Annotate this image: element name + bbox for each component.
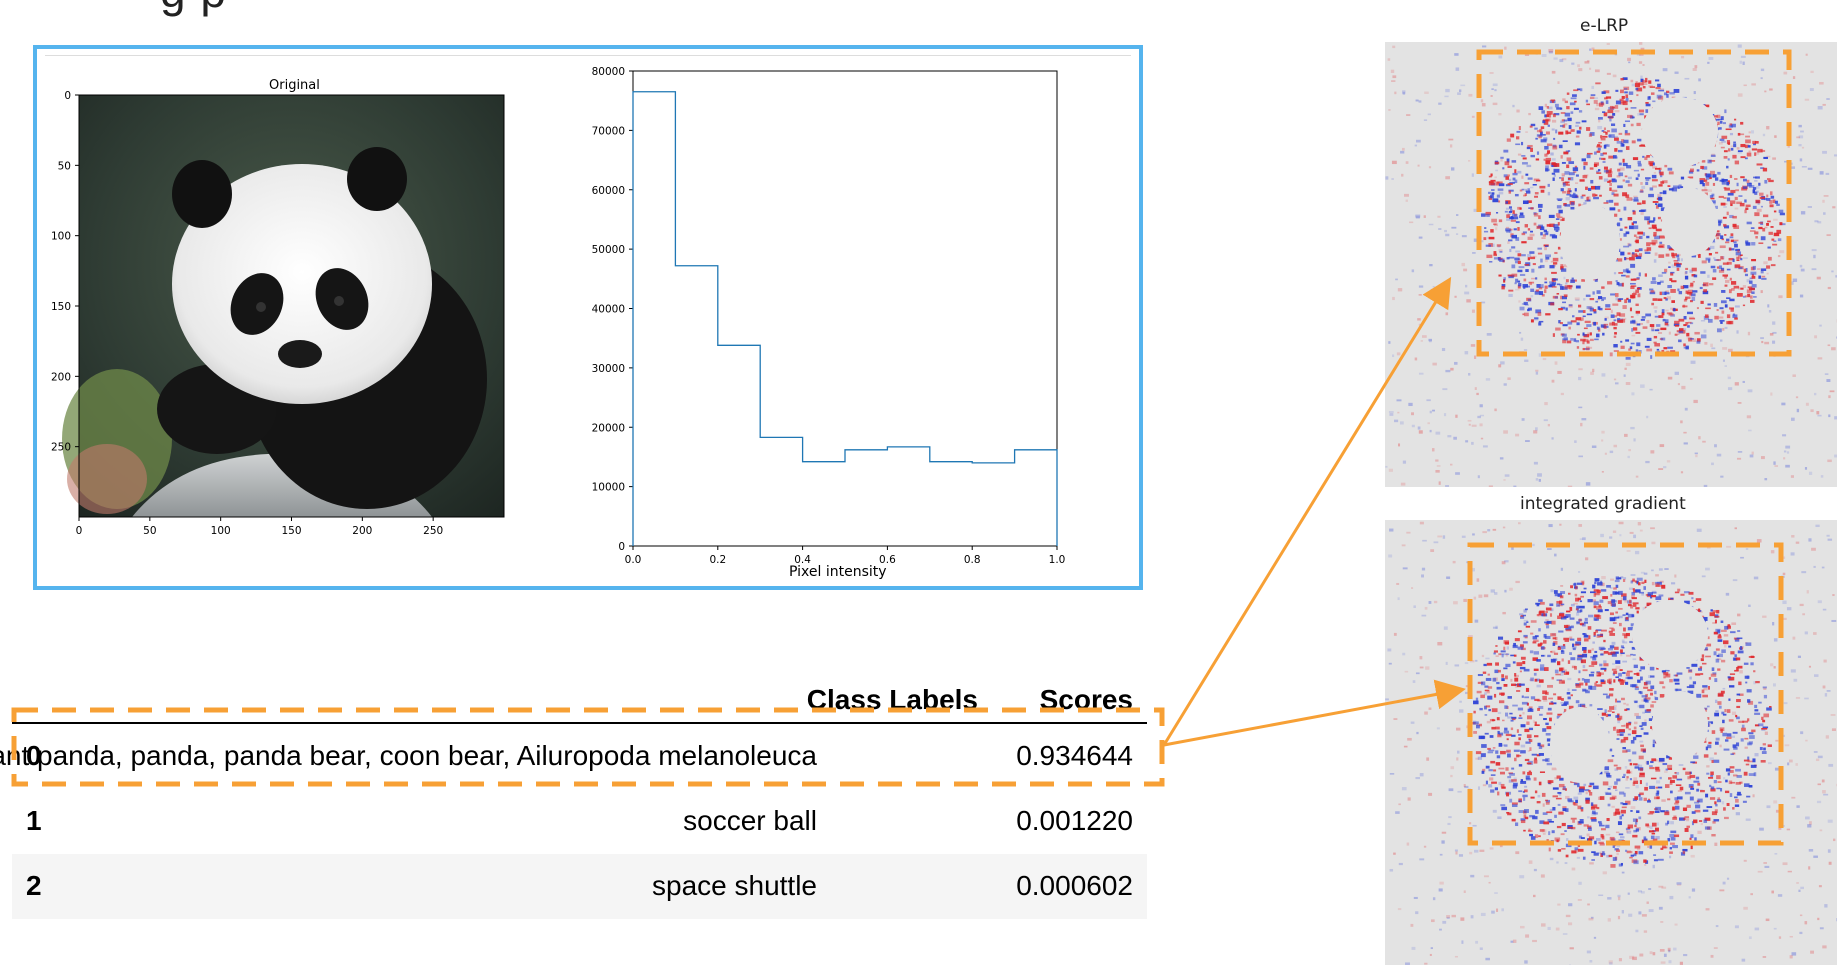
heatmap-integrated-gradient [1385, 520, 1837, 965]
histogram-y-tick-label: 20000 [592, 422, 625, 434]
ear-hole-region [1632, 600, 1708, 670]
histogram-y-tick-label: 80000 [592, 66, 625, 78]
table-row: 2 space shuttle 0.000602 [12, 854, 1147, 919]
histogram-bin [930, 462, 972, 546]
histogram-y-tick-label: 30000 [592, 363, 625, 375]
row-score: 0.001220 [1016, 805, 1133, 836]
histogram-bin [845, 450, 887, 546]
table-row: 1 soccer ball 0.001220 [12, 789, 1147, 854]
table-row: 0 giant panda, panda, panda bear, coon b… [0, 724, 1147, 789]
histogram-step-line [632, 91, 1058, 546]
histogram-x-tick-label: 0.0 [625, 554, 642, 566]
histogram-bin [675, 266, 717, 546]
histogram-y-tick-label: 0 [618, 541, 625, 553]
notebook-output-panel: Original 0 50 100 150 200 250 0 50 100 1… [33, 45, 1143, 590]
histogram-ticks: 0 10000 20000 30000 40000 50000 60000 70000 8000… [592, 66, 1066, 566]
histogram-y-tick-label: 40000 [592, 304, 625, 316]
heatmap-title-integrated-gradient: integrated gradient [1520, 494, 1686, 514]
histogram-x-tick-label: 0.2 [709, 554, 726, 566]
histogram-y-tick-label: 60000 [592, 185, 625, 197]
ear-hole-region [1642, 97, 1718, 167]
row-score: 0.000602 [1016, 870, 1133, 901]
histogram-x-tick-label: 0.8 [964, 554, 981, 566]
histogram-marks [632, 91, 1058, 546]
relevance-map-integrated-gradient [1385, 521, 1837, 965]
row-index: 1 [26, 805, 42, 836]
row-class-label: soccer ball [683, 805, 817, 836]
eye-hole-region [1560, 204, 1620, 280]
histogram-bin [633, 92, 675, 546]
row-index: 2 [26, 870, 42, 901]
histogram-y-tick-label: 50000 [592, 244, 625, 256]
eye-hole-region [1550, 707, 1610, 783]
row-class-label: space shuttle [652, 870, 817, 901]
column-header-class-labels: Class Labels [806, 684, 978, 715]
histogram-x-label: Pixel intensity [789, 564, 887, 580]
row-score: 0.934644 [1016, 740, 1133, 771]
heatmap-elrp [1385, 42, 1837, 487]
row-class-label: giant panda, panda, panda bear, coon bea… [0, 740, 817, 771]
histogram-bin [760, 437, 802, 546]
relevance-speckles [1385, 521, 1837, 965]
histogram-x-tick-label: 1.0 [1049, 554, 1066, 566]
histogram-bin [887, 447, 929, 546]
histogram-chart: 0 10000 20000 30000 40000 50000 60000 70000 8000… [592, 66, 1066, 566]
histogram-axes-frame [632, 70, 1058, 547]
table-header: Class Labels Scores [12, 670, 1147, 722]
predictions-table: Class Labels Scores 0 giant panda, panda… [0, 670, 1147, 919]
histogram-bin [972, 463, 1014, 546]
eye-hole-region [1652, 691, 1708, 759]
cropped-page-heading: g p [160, 0, 227, 18]
relevance-map-elrp [1385, 42, 1837, 487]
eye-hole-region [1662, 188, 1718, 256]
histogram-y-tick-label: 70000 [592, 125, 625, 137]
histogram-bin [803, 462, 845, 546]
histogram-bin [1015, 450, 1057, 546]
heatmap-title-elrp: e-LRP [1580, 16, 1629, 36]
histogram-bin [718, 345, 760, 546]
histogram-y-tick-label: 10000 [592, 482, 625, 494]
column-header-scores: Scores [1039, 684, 1133, 715]
